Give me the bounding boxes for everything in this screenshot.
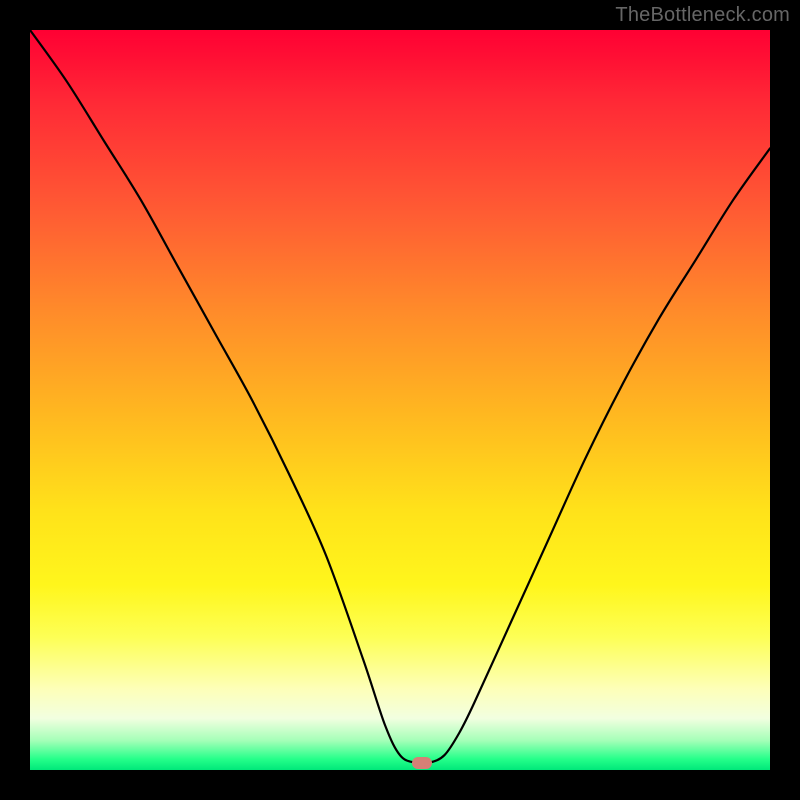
chart-frame: TheBottleneck.com — [0, 0, 800, 800]
watermark-text: TheBottleneck.com — [615, 4, 790, 27]
minimum-marker — [412, 757, 432, 769]
bottleneck-curve — [30, 30, 770, 770]
plot-area — [30, 30, 770, 770]
curve-path — [30, 30, 770, 764]
